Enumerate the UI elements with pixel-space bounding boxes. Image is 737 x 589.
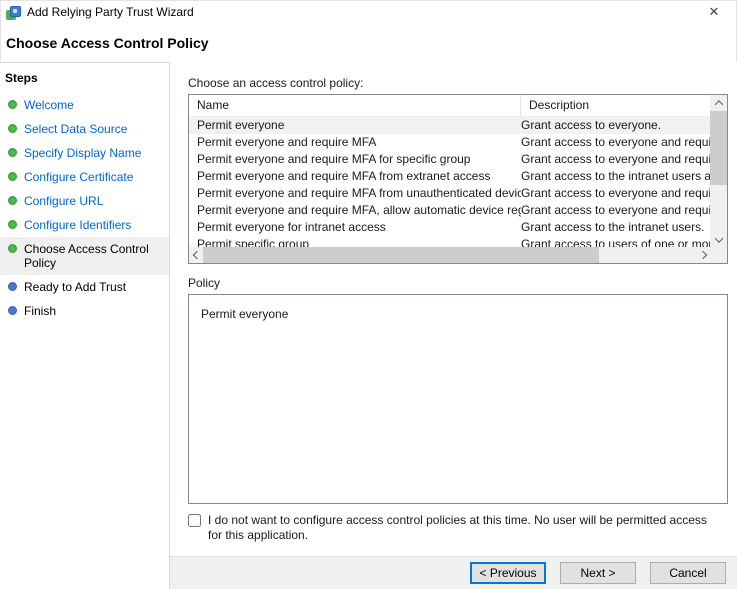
- sidebar-item-welcome[interactable]: Welcome: [0, 93, 169, 117]
- chevron-up-icon[interactable]: [710, 95, 727, 110]
- policy-section-label: Policy: [188, 276, 221, 290]
- steps-sidebar: Steps Welcome Select Data Source Specify…: [0, 62, 170, 589]
- policy-list-label: Choose an access control policy:: [188, 76, 364, 90]
- content-area: Steps Welcome Select Data Source Specify…: [0, 62, 737, 589]
- policy-name-cell: Permit everyone: [197, 118, 285, 132]
- step-status-dot: [8, 172, 17, 181]
- chevron-down-icon[interactable]: [710, 232, 727, 247]
- policy-description-cell: Grant access to users of one or more: [521, 237, 710, 247]
- policy-name-cell: Permit everyone and require MFA from ext…: [197, 169, 491, 183]
- previous-button[interactable]: < Previous: [470, 562, 546, 584]
- step-status-dot: [8, 220, 17, 229]
- sidebar-item-configure-url[interactable]: Configure URL: [0, 189, 169, 213]
- policy-name-cell: Permit everyone for intranet access: [197, 220, 386, 234]
- table-row[interactable]: Permit everyone and require MFA, allow a…: [189, 202, 710, 219]
- skip-policy-checkbox[interactable]: [188, 514, 201, 527]
- step-status-dot: [8, 306, 17, 315]
- list-rows: Permit everyone Grant access to everyone…: [189, 117, 710, 247]
- vertical-scrollbar-thumb[interactable]: [710, 111, 727, 185]
- sidebar-item-configure-certificate[interactable]: Configure Certificate: [0, 165, 169, 189]
- policy-description-cell: Grant access to the intranet users.: [521, 220, 705, 234]
- wizard-window: Add Relying Party Trust Wizard ✕ Choose …: [0, 0, 737, 589]
- sidebar-item-select-data-source[interactable]: Select Data Source: [0, 117, 169, 141]
- step-label: Choose Access Control Policy: [24, 242, 149, 270]
- horizontal-scrollbar[interactable]: [189, 247, 710, 263]
- column-header-name[interactable]: Name: [189, 95, 521, 116]
- table-row[interactable]: Permit everyone and require MFA Grant ac…: [189, 134, 710, 151]
- close-icon[interactable]: ✕: [701, 2, 727, 22]
- step-status-dot: [8, 282, 17, 291]
- skip-policy-checkbox-row: I do not want to configure access contro…: [188, 513, 728, 543]
- chevron-left-icon[interactable]: [189, 247, 204, 263]
- next-button[interactable]: Next >: [560, 562, 636, 584]
- policy-description-cell: Grant access to everyone and requir: [521, 186, 710, 200]
- policy-description-cell: Grant access to everyone and requir: [521, 203, 710, 217]
- chevron-right-icon[interactable]: [695, 247, 710, 263]
- page-title: Choose Access Control Policy: [6, 35, 209, 51]
- step-label: Finish: [24, 304, 57, 318]
- scrollbar-corner: [710, 247, 727, 263]
- step-label: Specify Display Name: [24, 146, 142, 160]
- sidebar-item-specify-display-name[interactable]: Specify Display Name: [0, 141, 169, 165]
- main-panel: Choose an access control policy: Name De…: [170, 62, 737, 589]
- step-status-dot: [8, 244, 17, 253]
- table-row[interactable]: Permit everyone Grant access to everyone…: [189, 117, 710, 134]
- table-row[interactable]: Permit specific group Grant access to us…: [189, 236, 710, 247]
- step-status-dot: [8, 196, 17, 205]
- policy-name-cell: Permit specific group: [197, 237, 310, 247]
- table-row[interactable]: Permit everyone and require MFA for spec…: [189, 151, 710, 168]
- policy-description-cell: Grant access to everyone.: [521, 118, 662, 132]
- sidebar-item-finish: Finish: [0, 299, 169, 323]
- wizard-icon: [6, 5, 22, 21]
- steps-header: Steps: [5, 71, 38, 85]
- list-header-row: Name Description: [189, 95, 710, 117]
- policy-description-cell: Grant access to everyone and requir: [521, 152, 710, 166]
- sidebar-item-choose-access-control-policy: Choose Access Control Policy: [0, 237, 169, 275]
- table-row[interactable]: Permit everyone and require MFA from una…: [189, 185, 710, 202]
- step-status-dot: [8, 124, 17, 133]
- policy-description-cell: Grant access to the intranet users an: [521, 169, 710, 183]
- policy-name-cell: Permit everyone and require MFA, allow a…: [197, 203, 521, 217]
- step-label: Welcome: [24, 98, 74, 112]
- table-row[interactable]: Permit everyone and require MFA from ext…: [189, 168, 710, 185]
- policy-name-cell: Permit everyone and require MFA: [197, 135, 377, 149]
- policy-preview-box: Permit everyone: [188, 294, 728, 504]
- skip-policy-checkbox-label[interactable]: I do not want to configure access contro…: [208, 513, 723, 543]
- table-row[interactable]: Permit everyone for intranet access Gran…: [189, 219, 710, 236]
- sidebar-item-configure-identifiers[interactable]: Configure Identifiers: [0, 213, 169, 237]
- horizontal-scrollbar-thumb[interactable]: [203, 247, 599, 263]
- cancel-button[interactable]: Cancel: [650, 562, 726, 584]
- button-bar: < Previous Next > Cancel: [170, 556, 737, 589]
- titlebar: Add Relying Party Trust Wizard ✕: [0, 0, 737, 24]
- policy-preview-text: Permit everyone: [201, 307, 289, 321]
- step-status-dot: [8, 148, 17, 157]
- policy-name-cell: Permit everyone and require MFA from una…: [197, 186, 521, 200]
- step-status-dot: [8, 100, 17, 109]
- window-title: Add Relying Party Trust Wizard: [27, 5, 194, 19]
- sidebar-item-ready-to-add-trust: Ready to Add Trust: [0, 275, 169, 299]
- step-label: Select Data Source: [24, 122, 128, 136]
- step-label: Configure Certificate: [24, 170, 134, 184]
- policy-name-cell: Permit everyone and require MFA for spec…: [197, 152, 471, 166]
- step-label: Configure URL: [24, 194, 104, 208]
- step-label: Ready to Add Trust: [24, 280, 127, 294]
- column-header-description[interactable]: Description: [521, 95, 710, 116]
- vertical-scrollbar[interactable]: [710, 95, 727, 247]
- access-control-policy-list: Name Description Permit everyone Grant a…: [188, 94, 728, 264]
- step-label: Configure Identifiers: [24, 218, 132, 232]
- policy-description-cell: Grant access to everyone and requir: [521, 135, 710, 149]
